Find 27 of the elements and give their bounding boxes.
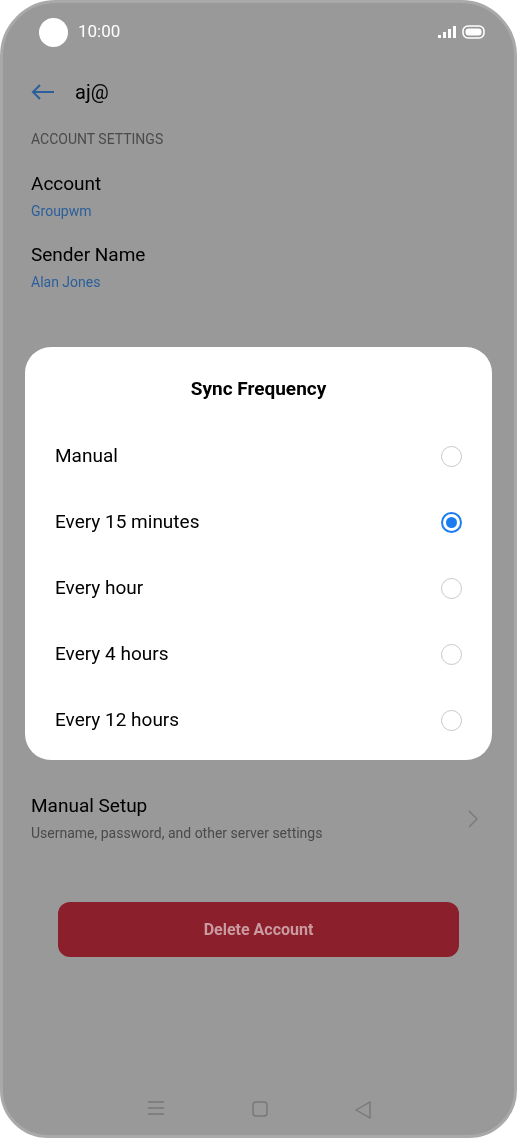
delete-account-button[interactable]: Delete Account (58, 902, 459, 957)
battery-icon (462, 25, 486, 39)
setting-label: Sender Name (31, 242, 147, 268)
camera-icon (39, 17, 68, 47)
frequency-option[interactable]: Every 12 hours (25, 687, 492, 754)
setting-description: Username, password, and other server settings (31, 824, 324, 843)
setting-row[interactable]: Sender Name Alan Jones (3, 242, 514, 293)
setting-value: Groupwm (31, 202, 93, 221)
manual-setup-row[interactable]: Manual Setup Username, password, and other server settings (3, 793, 514, 844)
section-header: ACCOUNT SETTINGS (31, 131, 164, 147)
radio-button[interactable] (441, 512, 462, 533)
signal-icon (438, 26, 456, 38)
frequency-option[interactable]: Every hour (25, 555, 492, 622)
setting-label: Manual Setup (31, 793, 149, 819)
chevron-right-icon (468, 809, 478, 828)
frequency-option[interactable]: Manual (25, 423, 492, 490)
frequency-option[interactable]: Every 15 minutes (25, 489, 492, 556)
setting-label: Account (31, 171, 103, 197)
home-icon[interactable] (251, 1101, 268, 1117)
back-icon[interactable] (354, 1101, 371, 1119)
account-title: aj@ (75, 79, 109, 106)
dialog-title: Sync Frequency (190, 376, 327, 402)
frequency-option[interactable]: Every 4 hours (25, 621, 492, 688)
setting-row[interactable]: Account Groupwm (3, 171, 514, 222)
status-time: 10:00 (78, 20, 121, 44)
setting-value: Alan Jones (31, 273, 102, 292)
menu-icon[interactable] (146, 1101, 165, 1115)
